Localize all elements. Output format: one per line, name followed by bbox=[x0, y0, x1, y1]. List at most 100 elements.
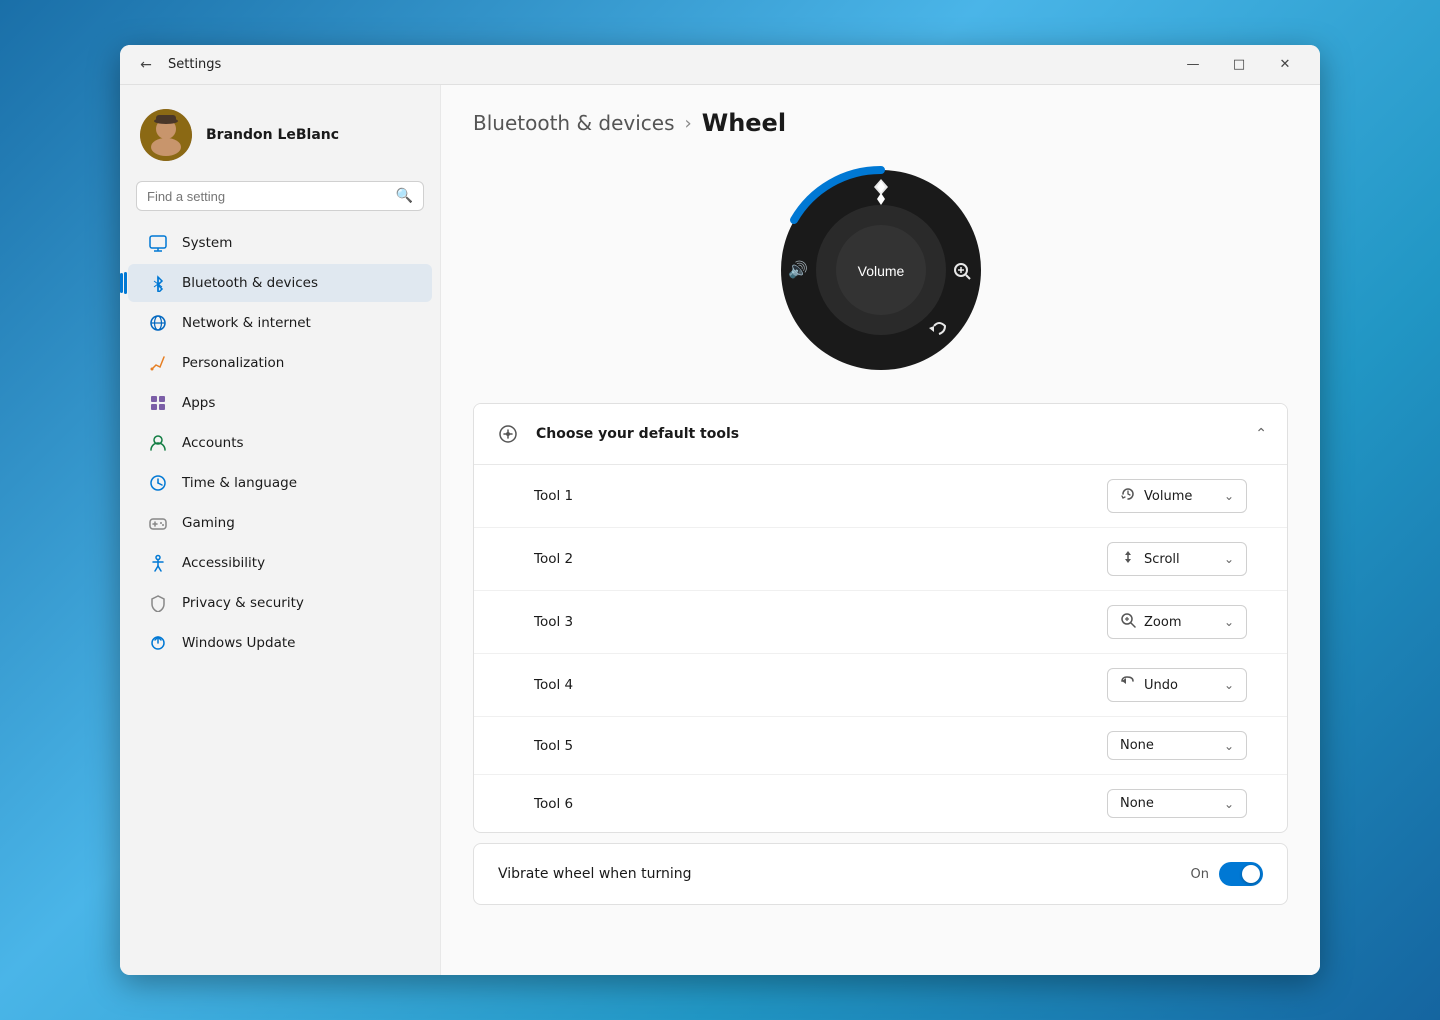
tool-2-label: Tool 2 bbox=[534, 551, 1107, 567]
wheel-diagram-container: Volume bbox=[473, 165, 1288, 375]
sidebar-label-apps: Apps bbox=[182, 395, 215, 411]
settings-window: ← Settings — □ ✕ bbox=[120, 45, 1320, 975]
sidebar-item-time[interactable]: Time & language bbox=[128, 464, 432, 502]
tool-3-chevron-icon: ⌄ bbox=[1224, 615, 1234, 629]
tool-1-value-icon bbox=[1120, 486, 1136, 506]
tool-row-6: Tool 6 None ⌄ bbox=[474, 775, 1287, 832]
sidebar-item-privacy[interactable]: Privacy & security bbox=[128, 584, 432, 622]
tool-4-label: Tool 4 bbox=[534, 677, 1107, 693]
sidebar-item-accounts[interactable]: Accounts bbox=[128, 424, 432, 462]
sidebar-label-personalization: Personalization bbox=[182, 355, 284, 371]
sidebar-label-privacy: Privacy & security bbox=[182, 595, 304, 611]
maximize-button[interactable]: □ bbox=[1216, 49, 1262, 81]
tools-card-header[interactable]: Choose your default tools ⌃ bbox=[474, 404, 1287, 465]
bluetooth-icon bbox=[148, 273, 168, 293]
sidebar-item-personalization[interactable]: Personalization bbox=[128, 344, 432, 382]
vibrate-label: Vibrate wheel when turning bbox=[498, 866, 1191, 882]
tool-2-value: Scroll bbox=[1144, 552, 1216, 567]
sidebar-item-bluetooth[interactable]: Bluetooth & devices bbox=[128, 264, 432, 302]
tool-5-select[interactable]: None ⌄ bbox=[1107, 731, 1247, 760]
sidebar: Brandon LeBlanc 🔍 System Bluetooth & dev… bbox=[120, 85, 440, 975]
tool-row-2: Tool 2 Scroll ⌄ bbox=[474, 528, 1287, 591]
tool-4-select[interactable]: Undo ⌄ bbox=[1107, 668, 1247, 702]
tool-4-value-icon bbox=[1120, 675, 1136, 695]
apps-icon bbox=[148, 393, 168, 413]
sidebar-label-time: Time & language bbox=[182, 475, 297, 491]
sidebar-item-update[interactable]: Windows Update bbox=[128, 624, 432, 662]
tool-2-select[interactable]: Scroll ⌄ bbox=[1107, 542, 1247, 576]
tool-5-value: None bbox=[1120, 738, 1216, 753]
network-icon bbox=[148, 313, 168, 333]
tool-1-label: Tool 1 bbox=[534, 488, 1107, 504]
tool-3-value-icon bbox=[1120, 612, 1136, 632]
titlebar-title: Settings bbox=[168, 57, 1170, 72]
sidebar-label-gaming: Gaming bbox=[182, 515, 235, 531]
accessibility-icon bbox=[148, 553, 168, 573]
tool-2-chevron-icon: ⌄ bbox=[1224, 552, 1234, 566]
tool-3-label: Tool 3 bbox=[534, 614, 1107, 630]
gaming-icon bbox=[148, 513, 168, 533]
sidebar-label-accounts: Accounts bbox=[182, 435, 244, 451]
close-button[interactable]: ✕ bbox=[1262, 49, 1308, 81]
sidebar-label-accessibility: Accessibility bbox=[182, 555, 265, 571]
search-input[interactable] bbox=[147, 189, 388, 204]
system-icon bbox=[148, 233, 168, 253]
titlebar-controls: — □ ✕ bbox=[1170, 49, 1308, 81]
tool-5-label: Tool 5 bbox=[534, 738, 1107, 754]
back-button[interactable]: ← bbox=[132, 51, 160, 79]
sidebar-item-apps[interactable]: Apps bbox=[128, 384, 432, 422]
tool-3-value: Zoom bbox=[1144, 615, 1216, 630]
tool-row-3: Tool 3 Zoom ⌄ bbox=[474, 591, 1287, 654]
svg-text:Volume: Volume bbox=[857, 263, 904, 279]
tools-chevron-icon: ⌃ bbox=[1255, 426, 1267, 442]
breadcrumb-separator: › bbox=[685, 113, 692, 134]
privacy-icon bbox=[148, 593, 168, 613]
sidebar-label-network: Network & internet bbox=[182, 315, 311, 331]
breadcrumb: Bluetooth & devices › Wheel bbox=[473, 109, 1288, 137]
vibrate-toggle[interactable] bbox=[1219, 862, 1263, 886]
tool-6-label: Tool 6 bbox=[534, 796, 1107, 812]
tool-1-value: Volume bbox=[1144, 489, 1216, 504]
username: Brandon LeBlanc bbox=[206, 127, 339, 143]
titlebar: ← Settings — □ ✕ bbox=[120, 45, 1320, 85]
window-content: Brandon LeBlanc 🔍 System Bluetooth & dev… bbox=[120, 85, 1320, 975]
main-content: Bluetooth & devices › Wheel Volume bbox=[440, 85, 1320, 975]
breadcrumb-parent[interactable]: Bluetooth & devices bbox=[473, 111, 675, 135]
breadcrumb-current: Wheel bbox=[702, 109, 786, 137]
wheel-svg: Volume bbox=[776, 165, 986, 375]
tool-4-value: Undo bbox=[1144, 678, 1216, 693]
sidebar-item-gaming[interactable]: Gaming bbox=[128, 504, 432, 542]
avatar-image bbox=[140, 109, 192, 161]
vibrate-card: Vibrate wheel when turning On bbox=[473, 843, 1288, 905]
sidebar-item-system[interactable]: System bbox=[128, 224, 432, 262]
search-icon: 🔍 bbox=[396, 188, 413, 204]
tools-header-icon bbox=[494, 420, 522, 448]
tool-6-chevron-icon: ⌄ bbox=[1224, 797, 1234, 811]
tool-1-chevron-icon: ⌄ bbox=[1224, 489, 1234, 503]
search-box[interactable]: 🔍 bbox=[136, 181, 424, 211]
tool-1-select[interactable]: Volume ⌄ bbox=[1107, 479, 1247, 513]
tool-row-1: Tool 1 Volume ⌄ bbox=[474, 465, 1287, 528]
avatar bbox=[140, 109, 192, 161]
tool-6-value: None bbox=[1120, 796, 1216, 811]
accounts-icon bbox=[148, 433, 168, 453]
update-icon bbox=[148, 633, 168, 653]
sidebar-label-update: Windows Update bbox=[182, 635, 295, 651]
tool-4-chevron-icon: ⌄ bbox=[1224, 678, 1234, 692]
sidebar-item-accessibility[interactable]: Accessibility bbox=[128, 544, 432, 582]
toggle-thumb bbox=[1242, 865, 1260, 883]
tools-header-title: Choose your default tools bbox=[536, 426, 1241, 442]
tool-row-4: Tool 4 Undo ⌄ bbox=[474, 654, 1287, 717]
avatar-svg bbox=[140, 109, 192, 161]
wheel-diagram: Volume bbox=[776, 165, 986, 375]
svg-text:🔊: 🔊 bbox=[788, 260, 808, 279]
user-profile[interactable]: Brandon LeBlanc bbox=[120, 97, 440, 181]
vibrate-row: Vibrate wheel when turning On bbox=[474, 844, 1287, 904]
sidebar-item-network[interactable]: Network & internet bbox=[128, 304, 432, 342]
tool-row-5: Tool 5 None ⌄ bbox=[474, 717, 1287, 775]
tool-6-select[interactable]: None ⌄ bbox=[1107, 789, 1247, 818]
tool-3-select[interactable]: Zoom ⌄ bbox=[1107, 605, 1247, 639]
sidebar-label-bluetooth: Bluetooth & devices bbox=[182, 275, 318, 291]
minimize-button[interactable]: — bbox=[1170, 49, 1216, 81]
time-icon bbox=[148, 473, 168, 493]
